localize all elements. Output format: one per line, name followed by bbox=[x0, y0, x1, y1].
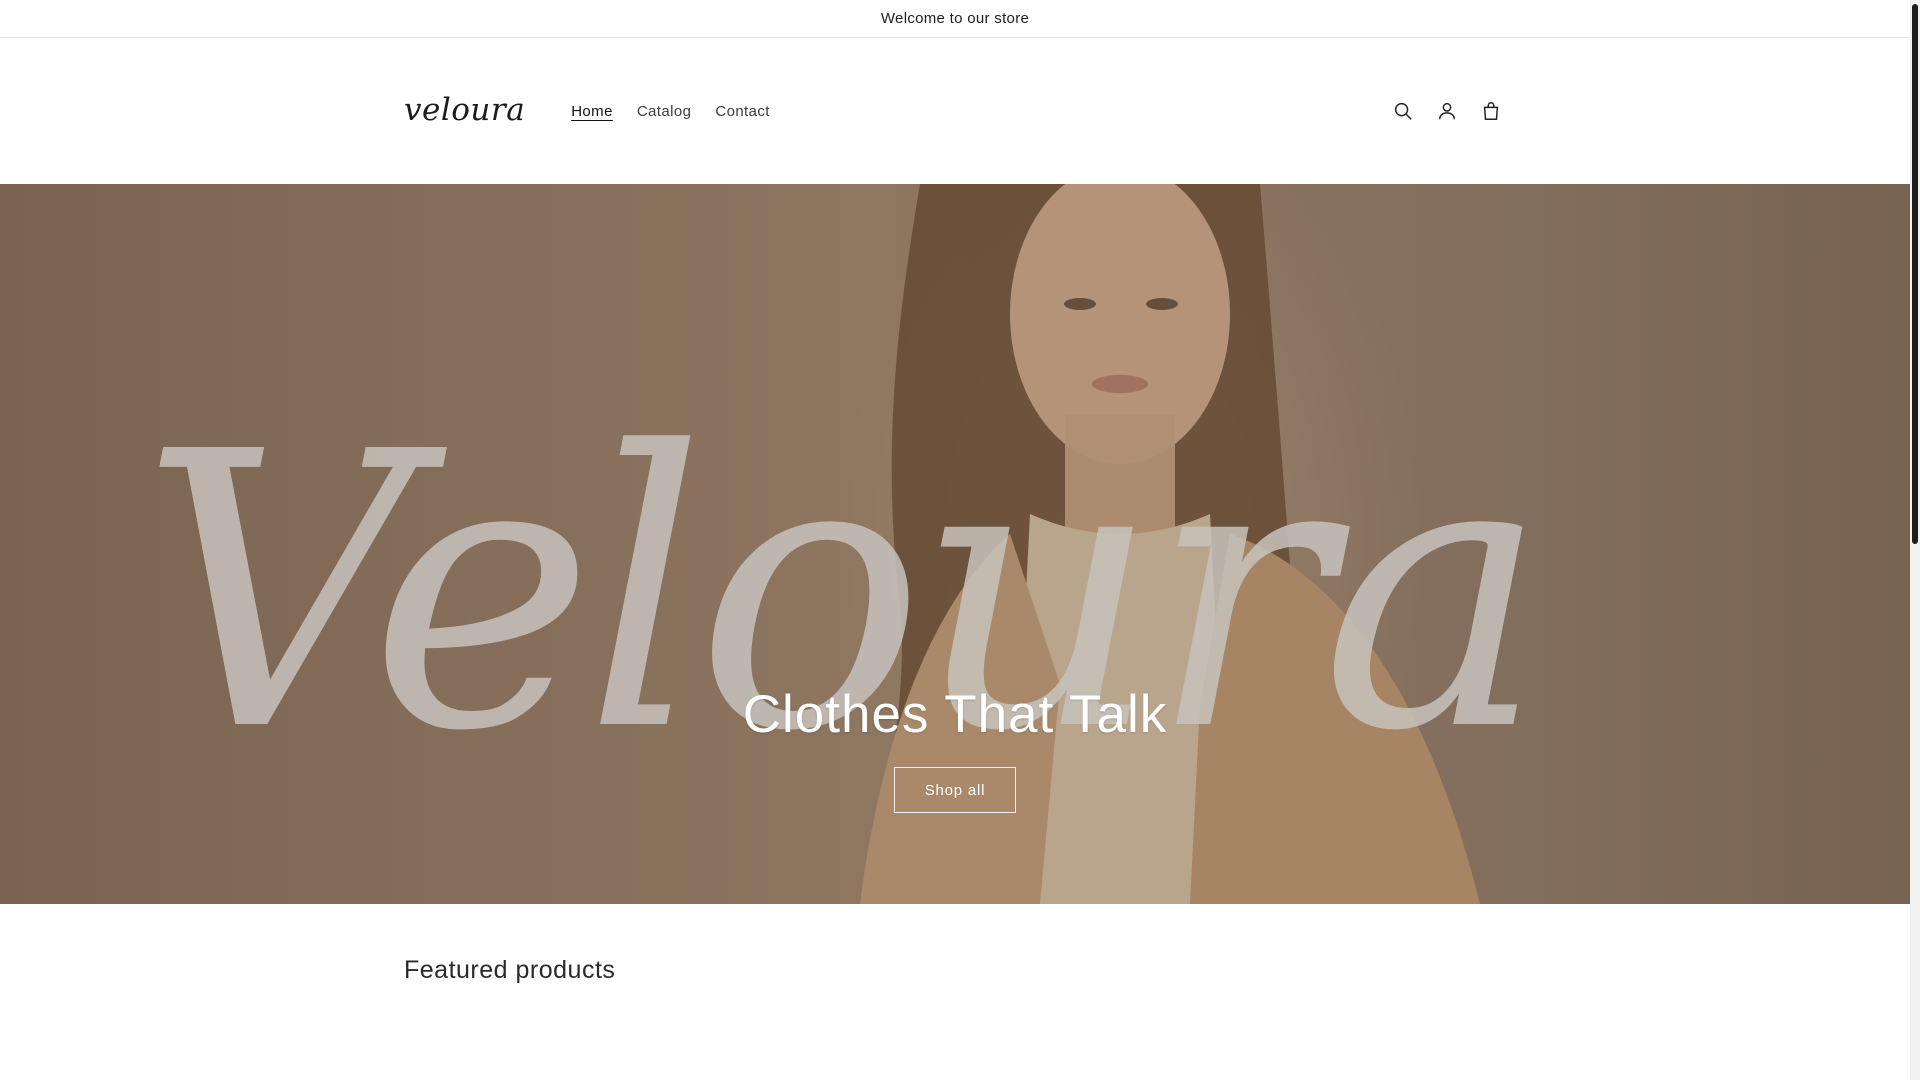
site-header: veloura Home Catalog Contact bbox=[0, 38, 1910, 184]
hero-title: Clothes That Talk bbox=[742, 685, 1168, 744]
announcement-text: Welcome to our store bbox=[880, 10, 1030, 27]
announcement-bar: Welcome to our store bbox=[0, 0, 1910, 38]
hero-banner: Veloura Clothes That Talk Shop all bbox=[0, 184, 1910, 904]
nav-home[interactable]: Home bbox=[559, 103, 625, 120]
nav-contact[interactable]: Contact bbox=[703, 103, 782, 120]
main-nav: Home Catalog Contact bbox=[559, 103, 782, 120]
cart-icon[interactable] bbox=[1476, 96, 1506, 126]
featured-title: Featured products bbox=[404, 956, 616, 984]
page: Welcome to our store veloura Home Catalo… bbox=[0, 0, 1910, 1080]
shop-all-button[interactable]: Shop all bbox=[894, 767, 1016, 813]
nav-catalog[interactable]: Catalog bbox=[625, 103, 704, 120]
search-icon[interactable] bbox=[1388, 96, 1418, 126]
featured-section: Featured products bbox=[0, 904, 1910, 1074]
account-icon[interactable] bbox=[1432, 96, 1462, 126]
store-logo[interactable]: veloura bbox=[404, 92, 525, 128]
scrollbar-thumb[interactable] bbox=[1912, 4, 1918, 544]
scrollbar[interactable] bbox=[1910, 0, 1920, 1080]
